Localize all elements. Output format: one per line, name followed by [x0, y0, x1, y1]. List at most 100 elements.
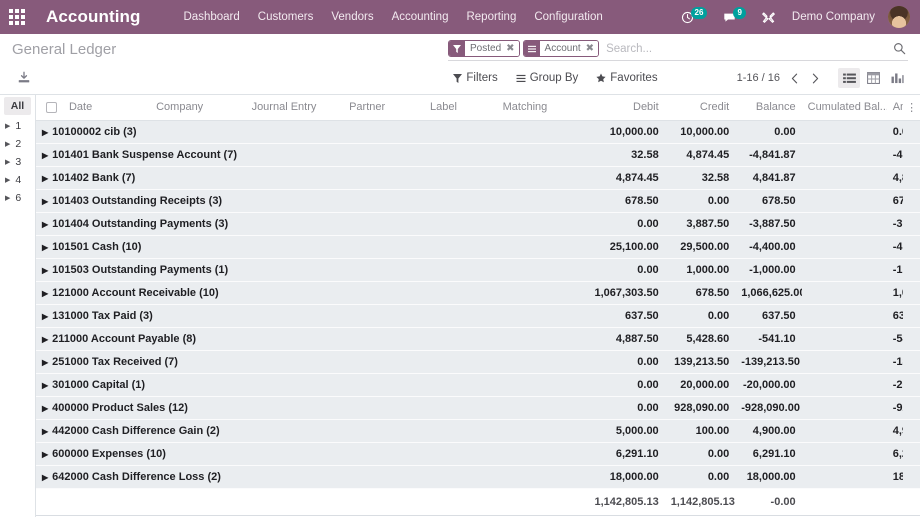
- cell-balance: 18,000.00: [735, 466, 801, 489]
- sidebar-item-4[interactable]: ▶ 4: [0, 171, 35, 189]
- table-row[interactable]: ▶600000 Expenses (10)6,291.100.006,291.1…: [36, 443, 920, 466]
- group-name-cell[interactable]: ▶211000 Account Payable (8): [36, 328, 578, 351]
- sidebar-item-6[interactable]: ▶ 6: [0, 189, 35, 207]
- remove-facet-posted-icon[interactable]: ✖: [504, 41, 518, 56]
- cell-debit: 10,000.00: [578, 121, 665, 144]
- column-credit[interactable]: Credit: [665, 95, 736, 121]
- header-row: Date Company Journal Entry Partner Label…: [36, 95, 920, 121]
- column-company[interactable]: Company: [150, 95, 245, 121]
- search-facet-account[interactable]: Account ✖: [523, 40, 600, 57]
- sidebar-item-1[interactable]: ▶ 1: [0, 117, 35, 135]
- search-icon[interactable]: [891, 42, 908, 55]
- group-name-cell[interactable]: ▶121000 Account Receivable (10): [36, 282, 578, 305]
- menu-item-customers[interactable]: Customers: [249, 5, 323, 29]
- group-name-cell[interactable]: ▶600000 Expenses (10): [36, 443, 578, 466]
- group-name-cell[interactable]: ▶642000 Cash Difference Loss (2): [36, 466, 578, 489]
- pager-previous-icon[interactable]: [784, 72, 805, 85]
- table-row[interactable]: ▶101403 Outstanding Receipts (3)678.500.…: [36, 190, 920, 213]
- group-name-cell[interactable]: ▶101501 Cash (10): [36, 236, 578, 259]
- sidebar-item-2[interactable]: ▶ 2: [0, 135, 35, 153]
- group-name-cell[interactable]: ▶10100002 cib (3): [36, 121, 578, 144]
- table-row[interactable]: ▶121000 Account Receivable (10)1,067,303…: [36, 282, 920, 305]
- column-journal-entry[interactable]: Journal Entry: [246, 95, 344, 121]
- column-options-cell: ⋮: [903, 95, 920, 121]
- group-label: 400000 Product Sales (12): [52, 402, 188, 414]
- group-by-dropdown[interactable]: Group By: [507, 69, 588, 87]
- group-name-cell[interactable]: ▶101404 Outstanding Payments (3): [36, 213, 578, 236]
- group-label: 600000 Expenses (10): [52, 448, 166, 460]
- remove-facet-account-icon[interactable]: ✖: [584, 41, 598, 56]
- column-amount-in-currency[interactable]: Amount in...: [887, 95, 904, 121]
- chevron-right-icon: ▶: [42, 151, 48, 160]
- table-row[interactable]: ▶101503 Outstanding Payments (1)0.001,00…: [36, 259, 920, 282]
- message-count-badge: 9: [733, 7, 745, 19]
- search-input[interactable]: [602, 43, 891, 55]
- download-icon[interactable]: [12, 68, 36, 88]
- table-row[interactable]: ▶10100002 cib (3)10,000.0010,000.000.000…: [36, 121, 920, 144]
- user-avatar[interactable]: [888, 6, 910, 28]
- select-all-checkbox[interactable]: [46, 102, 57, 113]
- cell-amount-in-currency: -541.10: [887, 328, 904, 351]
- pager-next-icon[interactable]: [805, 72, 826, 85]
- cell-debit: 4,887.50: [578, 328, 665, 351]
- apps-grid-icon[interactable]: [0, 0, 34, 34]
- wrench-icon: [762, 11, 775, 24]
- column-date[interactable]: Date: [63, 95, 150, 121]
- column-matching[interactable]: Matching: [497, 95, 578, 121]
- debug-menu[interactable]: [755, 7, 782, 28]
- table-row[interactable]: ▶251000 Tax Received (7)0.00139,213.50-1…: [36, 351, 920, 374]
- table-row[interactable]: ▶131000 Tax Paid (3)637.500.00637.50637.…: [36, 305, 920, 328]
- column-label[interactable]: Label: [424, 95, 497, 121]
- cell-balance: -3,887.50: [735, 213, 801, 236]
- group-name-cell[interactable]: ▶131000 Tax Paid (3): [36, 305, 578, 328]
- group-name-cell[interactable]: ▶101503 Outstanding Payments (1): [36, 259, 578, 282]
- graph-view-button[interactable]: [886, 68, 908, 88]
- menu-item-vendors[interactable]: Vendors: [322, 5, 382, 29]
- chevron-right-icon: ▶: [5, 141, 10, 148]
- filters-dropdown[interactable]: Filters: [444, 69, 506, 87]
- table-row[interactable]: ▶101402 Bank (7)4,874.4532.584,841.874,8…: [36, 167, 920, 190]
- column-cumulated-balance[interactable]: Cumulated Bal...: [802, 95, 887, 121]
- cell-cumulated-balance: [802, 213, 887, 236]
- cell-debit: 4,874.45: [578, 167, 665, 190]
- activity-menu[interactable]: 26: [674, 7, 715, 28]
- group-name-cell[interactable]: ▶301000 Capital (1): [36, 374, 578, 397]
- column-debit[interactable]: Debit: [578, 95, 665, 121]
- app-brand-accounting[interactable]: Accounting: [46, 7, 141, 27]
- column-partner[interactable]: Partner: [343, 95, 424, 121]
- group-name-cell[interactable]: ▶101401 Bank Suspense Account (7): [36, 144, 578, 167]
- menu-item-dashboard[interactable]: Dashboard: [175, 5, 249, 29]
- cell-cumulated-balance: [802, 144, 887, 167]
- chevron-right-icon: ▶: [5, 177, 10, 184]
- menu-item-reporting[interactable]: Reporting: [457, 5, 525, 29]
- table-row[interactable]: ▶301000 Capital (1)0.0020,000.00-20,000.…: [36, 374, 920, 397]
- group-name-cell[interactable]: ▶442000 Cash Difference Gain (2): [36, 420, 578, 443]
- column-balance[interactable]: Balance: [735, 95, 801, 121]
- cell-credit: 0.00: [665, 466, 736, 489]
- table-row[interactable]: ▶101404 Outstanding Payments (3)0.003,88…: [36, 213, 920, 236]
- sidebar-item-3[interactable]: ▶ 3: [0, 153, 35, 171]
- list-view-button[interactable]: [838, 68, 860, 88]
- menu-item-accounting[interactable]: Accounting: [383, 5, 458, 29]
- table-row[interactable]: ▶101401 Bank Suspense Account (7)32.584,…: [36, 144, 920, 167]
- table-row[interactable]: ▶442000 Cash Difference Gain (2)5,000.00…: [36, 420, 920, 443]
- pivot-view-button[interactable]: [862, 68, 884, 88]
- group-name-cell[interactable]: ▶400000 Product Sales (12): [36, 397, 578, 420]
- total-cumulated-balance: [802, 489, 887, 516]
- cell-cumulated-balance: [802, 420, 887, 443]
- messaging-menu[interactable]: 9: [716, 7, 752, 28]
- company-switcher[interactable]: Demo Company: [784, 5, 883, 29]
- table-row[interactable]: ▶101501 Cash (10)25,100.0029,500.00-4,40…: [36, 236, 920, 259]
- column-options-icon[interactable]: ⋮: [906, 103, 917, 114]
- favorites-dropdown[interactable]: Favorites: [587, 69, 666, 87]
- menu-item-configuration[interactable]: Configuration: [525, 5, 611, 29]
- cell-balance: 637.50: [735, 305, 801, 328]
- group-name-cell[interactable]: ▶101402 Bank (7): [36, 167, 578, 190]
- table-row[interactable]: ▶400000 Product Sales (12)0.00928,090.00…: [36, 397, 920, 420]
- table-row[interactable]: ▶211000 Account Payable (8)4,887.505,428…: [36, 328, 920, 351]
- table-row[interactable]: ▶642000 Cash Difference Loss (2) 18,000.0…: [36, 466, 920, 489]
- search-facet-posted[interactable]: Posted ✖: [448, 40, 520, 57]
- group-name-cell[interactable]: ▶251000 Tax Received (7): [36, 351, 578, 374]
- group-name-cell[interactable]: ▶101403 Outstanding Receipts (3): [36, 190, 578, 213]
- sidebar-item-all[interactable]: All: [4, 97, 31, 115]
